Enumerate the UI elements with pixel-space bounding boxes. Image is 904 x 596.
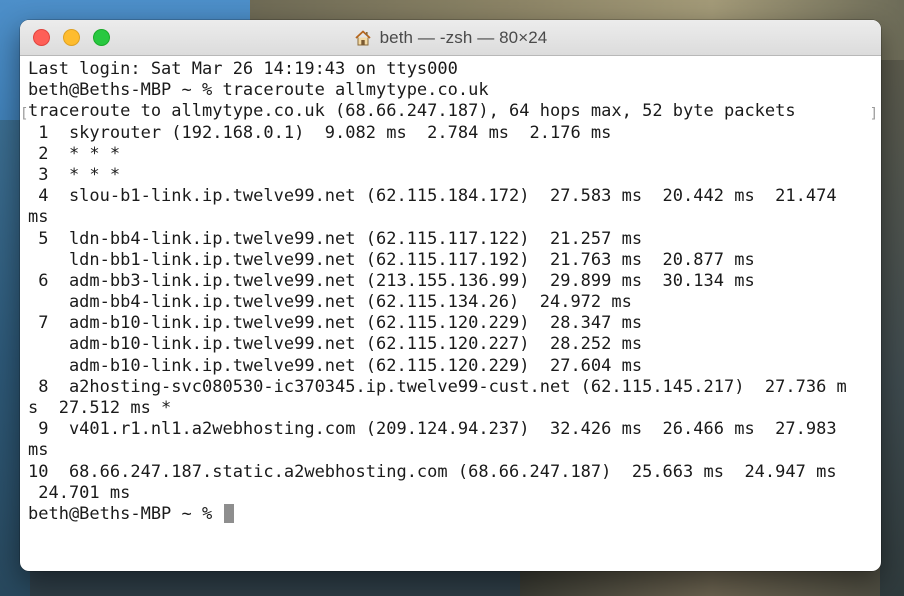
- window-title: beth — -zsh — 80×24: [20, 20, 881, 55]
- desktop-wallpaper-shore: [880, 60, 904, 596]
- terminal-line: 1 skyrouter (192.168.0.1) 9.082 ms 2.784…: [28, 122, 612, 143]
- terminal-line: 5 ldn-bb4-link.ip.twelve99.net (62.115.1…: [28, 228, 643, 249]
- terminal-line: ms: [28, 207, 49, 228]
- mark-bracket-left: [: [20, 106, 29, 122]
- terminal-line: 8 a2hosting-svc080530-ic370345.ip.twelve…: [28, 376, 847, 397]
- terminal-content[interactable]: [ ] Last login: Sat Mar 26 14:19:43 on t…: [20, 56, 881, 525]
- text-cursor: [224, 503, 235, 523]
- terminal-line: 6 adm-bb3-link.ip.twelve99.net (213.155.…: [28, 270, 755, 291]
- prompt-line[interactable]: beth@Beths-MBP ~ %: [28, 503, 881, 525]
- mark-bracket-right: ]: [869, 106, 878, 122]
- terminal-line: traceroute to allmytype.co.uk (68.66.247…: [28, 101, 796, 122]
- terminal-line: adm-b10-link.ip.twelve99.net (62.115.120…: [28, 334, 643, 355]
- terminal-line: ms: [28, 440, 49, 461]
- title-bar[interactable]: beth — -zsh — 80×24: [20, 20, 881, 56]
- shell-prompt: beth@Beths-MBP ~ %: [28, 503, 223, 524]
- terminal-line: s 27.512 ms *: [28, 398, 172, 418]
- terminal-window: beth — -zsh — 80×24 [ ] Last login: Sat …: [20, 20, 881, 571]
- home-icon: [355, 30, 371, 45]
- terminal-line: 2 * * *: [28, 143, 121, 164]
- terminal-line: 3 * * *: [28, 164, 121, 185]
- terminal-line: 7 adm-b10-link.ip.twelve99.net (62.115.1…: [28, 313, 643, 334]
- terminal-line: 9 v401.r1.nl1.a2webhosting.com (209.124.…: [28, 419, 837, 440]
- terminal-line: 4 slou-b1-link.ip.twelve99.net (62.115.1…: [28, 186, 837, 207]
- terminal-line: beth@Beths-MBP ~ % traceroute allmytype.…: [28, 80, 489, 101]
- window-title-text: beth — -zsh — 80×24: [379, 27, 548, 47]
- terminal-line: adm-bb4-link.ip.twelve99.net (62.115.134…: [28, 292, 632, 313]
- terminal-line: Last login: Sat Mar 26 14:19:43 on ttys0…: [28, 59, 458, 79]
- terminal-line: 24.701 ms: [28, 482, 131, 503]
- terminal-line: 10 68.66.247.187.static.a2webhosting.com…: [28, 461, 837, 482]
- terminal-line: adm-b10-link.ip.twelve99.net (62.115.120…: [28, 355, 643, 376]
- terminal-line: ldn-bb1-link.ip.twelve99.net (62.115.117…: [28, 249, 755, 270]
